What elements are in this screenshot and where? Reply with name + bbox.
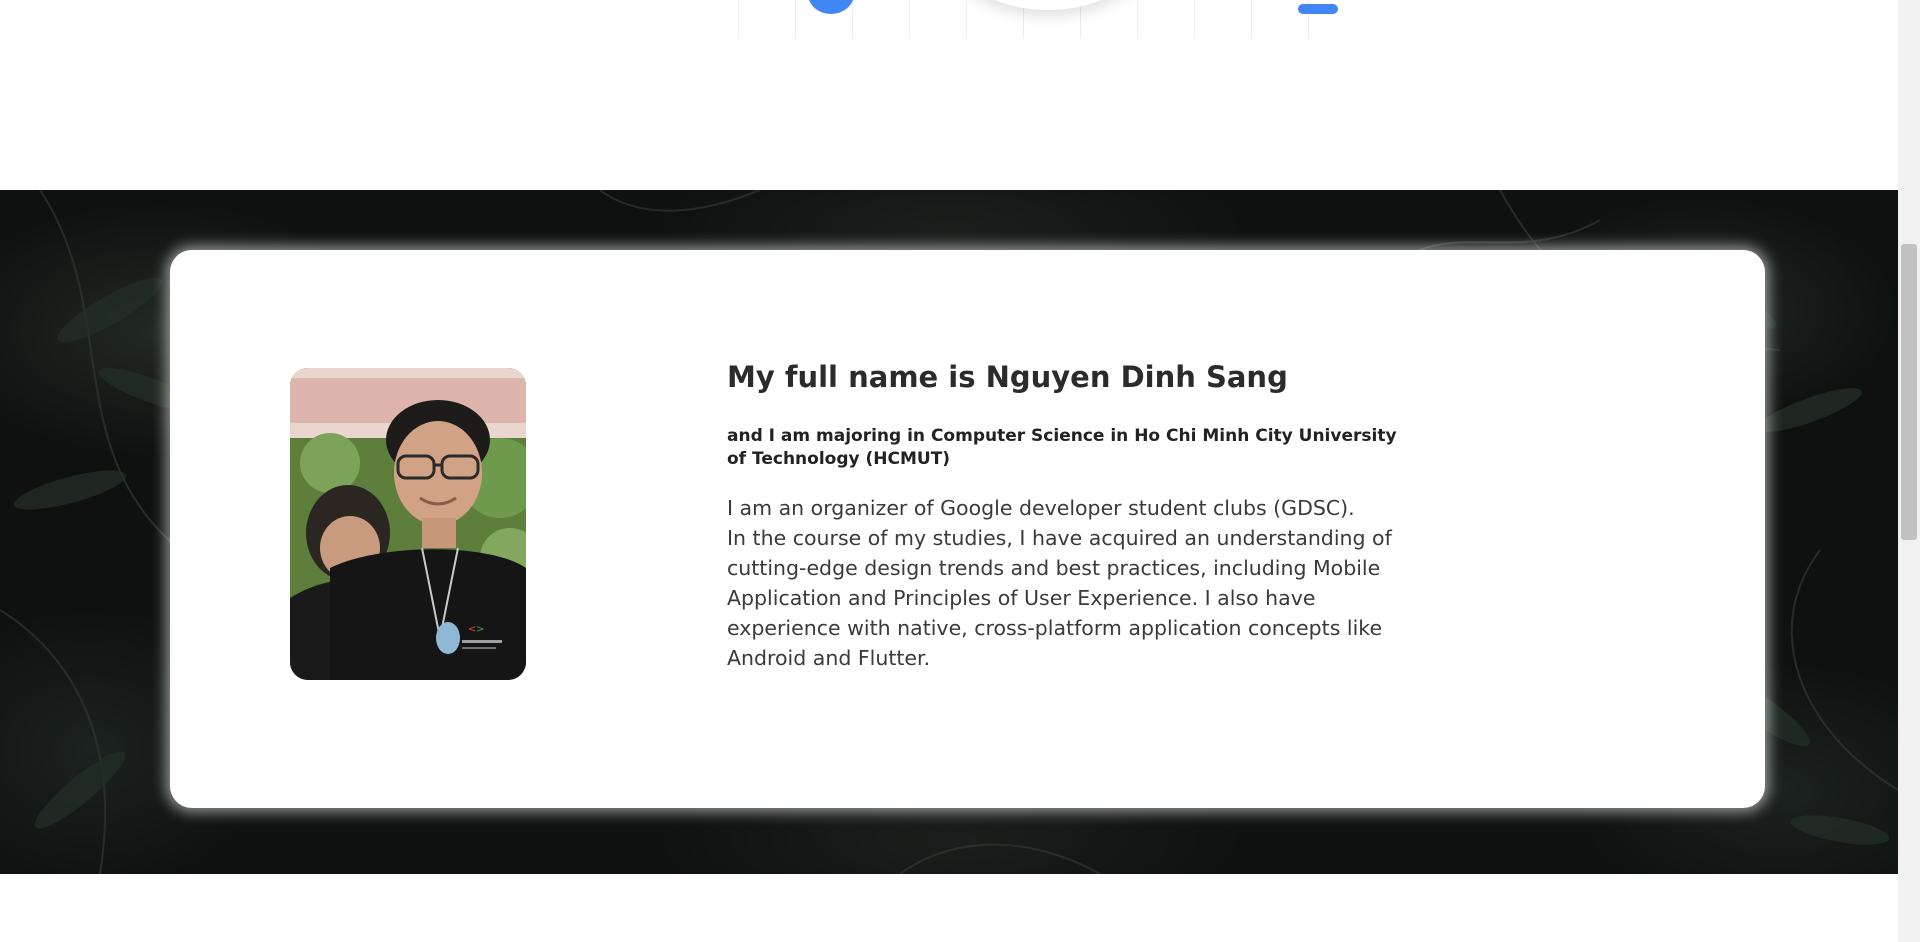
grid-line [1251,0,1252,38]
about-heading: My full name is Nguyen Dinh Sang [727,360,1288,394]
grid-line [738,0,739,38]
grid-line [909,0,910,38]
profile-photo-illustration: < > [290,368,526,680]
profile-photo: < > [290,368,526,680]
about-section: < > My full name is Nguyen Dinh Sang and… [0,190,1898,874]
svg-text:>: > [476,624,484,635]
scrollbar[interactable] [1898,0,1920,942]
scrollbar-thumb[interactable] [1901,244,1917,540]
grid-line [795,0,796,38]
grid-line [852,0,853,38]
blue-dash-shape [1298,4,1338,14]
grid-line [966,0,967,38]
about-body-line: I am an organizer of Google developer st… [727,495,1355,520]
top-graphic [0,0,1898,190]
about-body: I am an organizer of Google developer st… [727,493,1417,673]
hero-arc-shape [898,0,1198,10]
blue-dot-shape [808,0,854,14]
grid-line [1194,0,1195,38]
about-text: My full name is Nguyen Dinh Sang and I a… [727,360,1417,673]
about-card: < > My full name is Nguyen Dinh Sang and… [170,250,1765,808]
about-subheading: and I am majoring in Computer Science in… [727,425,1397,469]
grid-line [1137,0,1138,38]
about-body-line: In the course of my studies, I have acqu… [727,525,1392,670]
